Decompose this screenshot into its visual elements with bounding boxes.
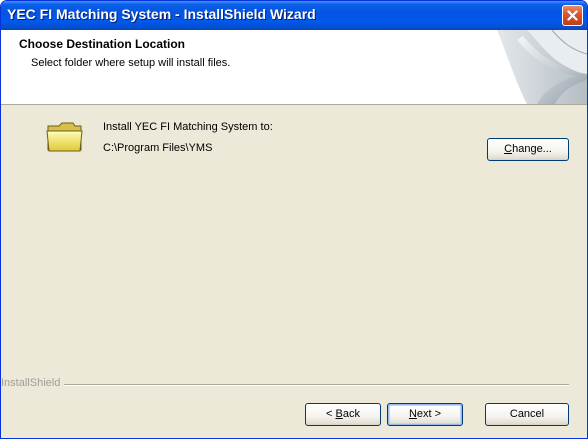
back-mnemonic: B [335, 408, 343, 420]
header-title: Choose Destination Location [19, 37, 186, 51]
window-title: YEC FI Matching System - InstallShield W… [7, 6, 316, 22]
install-path-value: C:\Program Files\YMS [103, 142, 213, 154]
installshield-brand-divider: InstallShield [1, 377, 569, 391]
installshield-brand-label: InstallShield [1, 377, 65, 389]
next-label: ext > [416, 408, 442, 420]
back-prefix: < [326, 408, 336, 420]
change-mnemonic: C [504, 143, 513, 155]
cancel-button[interactable]: Cancel [485, 403, 569, 426]
header-subtitle: Select folder where setup will install f… [31, 57, 231, 69]
back-label: ack [342, 408, 360, 420]
next-button[interactable]: Next > [387, 403, 463, 426]
close-icon [567, 10, 578, 21]
folder-icon [46, 122, 83, 152]
change-label: hange... [512, 143, 552, 155]
close-button[interactable] [562, 5, 583, 26]
next-mnemonic: N [408, 408, 417, 420]
wizard-header: Choose Destination Location Select folde… [1, 30, 587, 105]
change-button[interactable]: Change... [487, 138, 569, 161]
divider-line [1, 384, 569, 386]
title-bar[interactable]: YEC FI Matching System - InstallShield W… [1, 1, 587, 30]
page-curl-art [497, 30, 587, 104]
install-location-label: Install YEC FI Matching System to: [103, 121, 273, 133]
installshield-wizard-window: YEC FI Matching System - InstallShield W… [0, 0, 588, 439]
back-button[interactable]: < Back [305, 403, 381, 426]
